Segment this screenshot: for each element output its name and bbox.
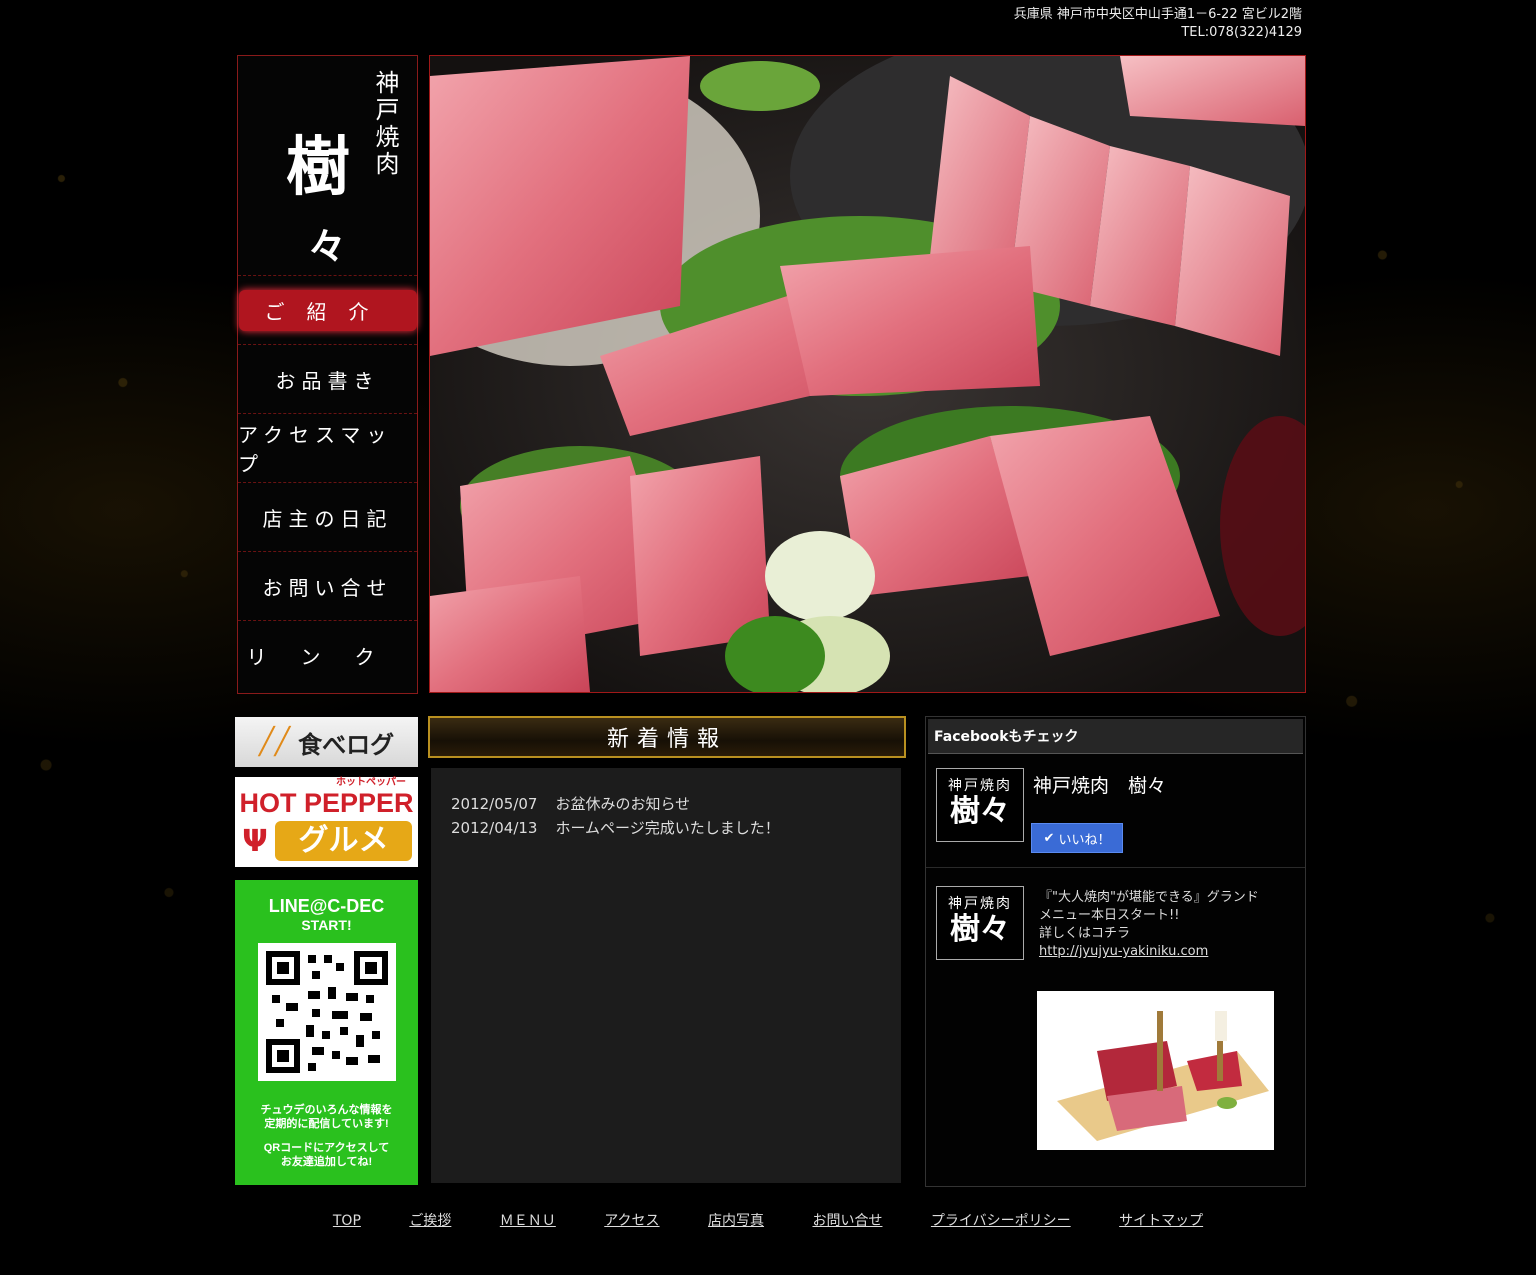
facebook-divider [926,867,1305,868]
line-title2: START! [301,917,352,933]
avatar-text-a: 神戸焼肉 [948,778,1012,794]
hotpepper-bottom: Ψ グルメ [235,821,418,861]
line-text-2: 定期的に配信しています! [264,1118,389,1130]
line-banner[interactable]: LINE@C-DEC START! チュウデのいろんな情報を 定期的に配信してい… [235,880,418,1185]
news-list: 2012/05/07 お盆休みのお知らせ 2012/04/13 ホームページ完成いた… [431,768,901,1183]
avatar-text-b: 樹々 [950,794,1010,829]
post-line-1: 『"大人焼肉"が堪能できる』グランド [1039,890,1259,905]
nav-item-label: お問い合せ [262,575,393,600]
facebook-page-name[interactable]: 神戸焼肉 樹々 [1033,771,1166,798]
qr-code-icon [265,951,388,1073]
nav-item-label: ご紹介 [238,289,417,331]
footer-link-sitemap[interactable]: サイトマップ [1119,1213,1203,1229]
footer-link-privacy[interactable]: プライバシーポリシー [931,1213,1071,1229]
nav-item-label: アクセスマップ [238,423,393,476]
post-line-3: 詳しくはコチラ [1039,926,1131,941]
meat-platter-illustration [430,56,1305,692]
post-link[interactable]: http://jyujyu-yakiniku.com [1039,944,1208,959]
avatar-text-b: 樹々 [950,912,1010,947]
hotpepper-sub-label: グルメ [275,821,412,861]
facebook-widget: Facebookもチェック 神戸焼肉 樹々 神戸焼肉 樹々 ✔ いいね！ 神戸焼… [925,716,1306,1187]
nav-item-diary[interactable]: 店主の日記 [238,483,417,552]
news-item[interactable]: 2012/04/13 ホームページ完成いたしました！ [431,816,901,840]
footer-link-top[interactable]: TOP [333,1213,361,1229]
facebook-heading: Facebookもチェック [928,719,1303,754]
line-text-4: お友達追加してね! [280,1156,373,1168]
news-date: 2012/04/13 [451,819,538,837]
footer-link-menu[interactable]: ＭＥＮＵ [500,1213,556,1229]
nav-item-label: お品書き [275,368,380,393]
hotpepper-main-label: HOT PEPPER [239,788,414,818]
nav-item-contact[interactable]: お問い合せ [238,552,417,621]
sidebar-nav: 神戸焼肉 樹 々 ご紹介 お品書き アクセスマップ 店主の日記 お問い合せ リン… [237,55,418,694]
facebook-post-avatar[interactable]: 神戸焼肉 樹々 [936,886,1024,960]
logo-name-1: 樹 [286,130,350,205]
nav-item-introduction[interactable]: ご紹介 [238,276,417,345]
like-button[interactable]: ✔ いいね！ [1031,823,1123,853]
site-logo[interactable]: 神戸焼肉 樹 々 [238,56,417,276]
nav-item-label: 店主の日記 [262,506,393,531]
news-title: ホームページ完成いたしました！ [555,819,780,837]
fork-icon: Ψ [242,823,268,859]
news-heading: 新着情報 [428,716,906,758]
footer-nav: TOP ご挨拶 ＭＥＮＵ アクセス 店内写真 お問い合せ プライバシーポリシー … [0,1210,1536,1230]
line-qr-instruction: QRコードにアクセスして お友達追加してね! [235,1141,418,1169]
facebook-post-photo[interactable] [1037,991,1274,1150]
qr-code [257,943,396,1081]
line-text-1: チュウデのいろんな情報を [260,1104,393,1116]
like-label: いいね！ [1058,832,1111,848]
news-title: お盆休みのお知らせ [555,795,691,813]
tabelog-label: 食べログ [298,730,395,759]
tabelog-banner[interactable]: ╱╱ 食べログ [235,717,418,767]
footer-link-access[interactable]: アクセス [604,1213,659,1229]
hero-image [429,55,1306,693]
meat-board-illustration [1037,991,1274,1150]
address-text: 兵庫県 神戸市中央区中山手通1－6-22 宮ビル2階 [1013,7,1302,22]
footer-link-contact[interactable]: お問い合せ [812,1213,882,1229]
news-date: 2012/05/07 [451,795,538,813]
footer-link-greeting[interactable]: ご挨拶 [409,1213,451,1229]
logo-subtitle: 神戸焼肉 [371,70,399,178]
facebook-page-avatar[interactable]: 神戸焼肉 樹々 [936,768,1024,842]
logo-name-2: 々 [308,224,347,269]
line-text-3: QRコードにアクセスして [263,1142,390,1154]
footer-link-photos[interactable]: 店内写真 [708,1213,764,1229]
nav-item-links[interactable]: リンク [238,621,417,689]
avatar-text-a: 神戸焼肉 [948,896,1012,912]
line-description: チュウデのいろんな情報を 定期的に配信しています! [235,1103,418,1131]
header-address: 兵庫県 神戸市中央区中山手通1－6-22 宮ビル2階 TEL:078(322)4… [1014,6,1302,42]
news-heading-label: 新着情報 [606,727,727,752]
nav-item-menu[interactable]: お品書き [238,345,417,414]
nav-item-access-map[interactable]: アクセスマップ [238,414,417,483]
nav-item-label: リンク [246,644,409,669]
news-item[interactable]: 2012/05/07 お盆休みのお知らせ [431,792,901,816]
hotpepper-banner[interactable]: ホットペッパー HOT PEPPER Ψ グルメ [235,777,418,867]
post-line-2: メニュー本日スタート!! [1039,908,1180,923]
line-title: LINE@C-DEC [268,896,385,916]
check-icon: ✔ [1043,830,1055,846]
chopsticks-icon: ╱╱ [258,727,291,757]
facebook-post: 『"大人焼肉"が堪能できる』グランド メニュー本日スタート!! 詳しくはコチラ … [1039,889,1289,961]
tel-text: TEL:078(322)4129 [1181,25,1302,40]
